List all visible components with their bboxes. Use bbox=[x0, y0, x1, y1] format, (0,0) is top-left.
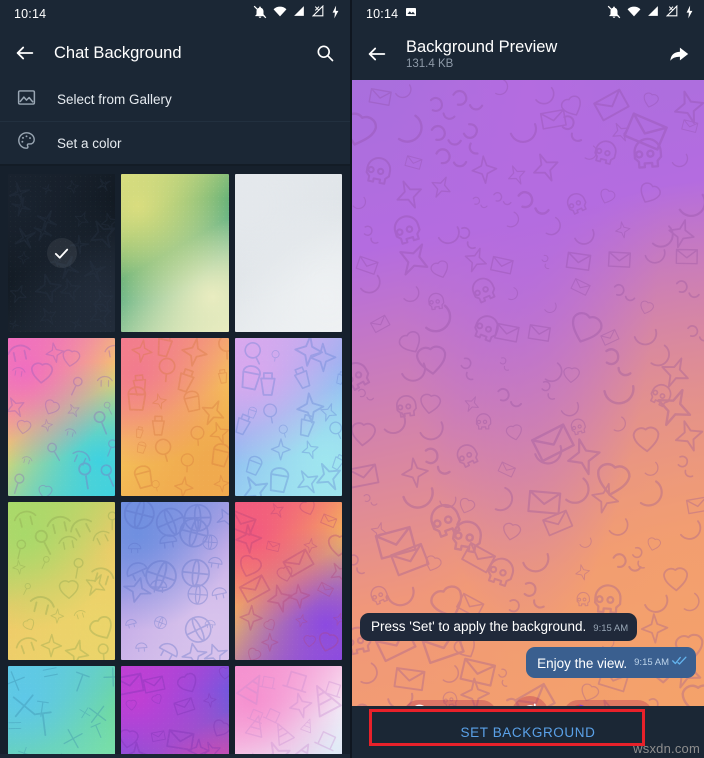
mute-icon bbox=[253, 5, 267, 24]
search-icon[interactable] bbox=[312, 40, 338, 66]
wallpaper-tile[interactable] bbox=[8, 502, 116, 660]
preview-title: Background Preview bbox=[406, 38, 558, 57]
wallpaper-tile[interactable] bbox=[8, 666, 116, 754]
wallpaper-tile[interactable] bbox=[8, 338, 116, 496]
tile-noise-overlay bbox=[8, 338, 116, 496]
wallpaper-tile[interactable] bbox=[121, 666, 229, 754]
tile-noise-overlay bbox=[121, 174, 229, 332]
read-double-check-icon bbox=[672, 653, 687, 671]
tile-noise-overlay bbox=[234, 666, 342, 754]
charging-bolt-icon bbox=[331, 5, 340, 24]
tile-noise-overlay bbox=[8, 666, 116, 754]
tile-noise-overlay bbox=[234, 338, 342, 496]
background-preview-screen: 10:14 Background Preview 131.4 KB Press … bbox=[352, 0, 704, 758]
option-select-from-gallery[interactable]: Select from Gallery bbox=[0, 78, 350, 121]
message-timestamp: 9:15 AM bbox=[634, 656, 669, 668]
wallpaper-grid bbox=[8, 174, 342, 754]
status-clock: 10:14 bbox=[14, 7, 47, 21]
status-bar-left: 10:14 bbox=[0, 0, 350, 28]
wallpaper-tile[interactable] bbox=[234, 666, 342, 754]
watermark: wsxdn.com bbox=[633, 741, 700, 756]
message-timestamp: 9:15 AM bbox=[593, 623, 629, 634]
wallpaper-tile[interactable] bbox=[234, 338, 342, 496]
option-label: Set a color bbox=[57, 135, 122, 151]
app-bar-titles-left: Chat Background bbox=[54, 44, 296, 63]
app-bar-left: Chat Background bbox=[0, 28, 350, 78]
status-bar-right: 10:14 bbox=[352, 0, 704, 28]
signal-icon bbox=[647, 5, 660, 23]
message-text: Enjoy the view. bbox=[537, 655, 628, 671]
status-icons bbox=[253, 4, 340, 24]
wallpaper-preview[interactable]: Press 'Set' to apply the background. 9:15… bbox=[352, 80, 704, 758]
chat-bubble-row: Press 'Set' to apply the background. 9:15… bbox=[360, 612, 696, 641]
tile-noise-overlay bbox=[234, 502, 342, 660]
selected-check-icon bbox=[46, 238, 77, 268]
status-left: 10:14 bbox=[366, 5, 417, 23]
incoming-message-bubble[interactable]: Press 'Set' to apply the background. 9:15… bbox=[360, 612, 638, 641]
palette-icon bbox=[16, 130, 37, 156]
tile-noise-overlay bbox=[234, 174, 342, 332]
tile-noise-overlay bbox=[121, 502, 229, 660]
option-set-a-color[interactable]: Set a color bbox=[0, 121, 350, 164]
signal-icon bbox=[293, 5, 306, 23]
image-notification-icon bbox=[405, 5, 417, 23]
message-text: Press 'Set' to apply the background. bbox=[371, 618, 587, 634]
wifi-icon bbox=[273, 5, 287, 24]
mute-icon bbox=[607, 5, 621, 24]
file-size-label: 131.4 KB bbox=[406, 57, 454, 70]
share-icon[interactable] bbox=[666, 41, 692, 67]
set-background-button-label: SET BACKGROUND bbox=[460, 724, 596, 740]
back-arrow-icon[interactable] bbox=[364, 41, 390, 67]
wallpaper-tile[interactable] bbox=[121, 502, 229, 660]
signal-no-sim-icon bbox=[665, 4, 679, 23]
status-left: 10:14 bbox=[14, 7, 46, 21]
signal-no-sim-icon bbox=[311, 4, 325, 23]
charging-bolt-icon bbox=[685, 5, 694, 24]
wallpaper-tile[interactable] bbox=[121, 338, 229, 496]
message-meta: 9:15 AM bbox=[634, 653, 687, 672]
tile-noise-overlay bbox=[121, 666, 229, 754]
image-icon bbox=[16, 87, 37, 113]
tile-noise-overlay bbox=[121, 338, 229, 496]
chat-background-screen: 10:14 Chat Background Select from Galler… bbox=[0, 0, 352, 758]
wallpaper-tile[interactable] bbox=[8, 174, 116, 332]
back-arrow-icon[interactable] bbox=[12, 40, 38, 66]
status-icons bbox=[607, 4, 694, 24]
app-bar-right: Background Preview 131.4 KB bbox=[352, 28, 704, 80]
wallpaper-grid-container bbox=[0, 166, 350, 754]
outgoing-message-bubble[interactable]: Enjoy the view. 9:15 AM bbox=[526, 647, 696, 678]
wallpaper-tile[interactable] bbox=[121, 174, 229, 332]
tile-noise-overlay bbox=[8, 502, 116, 660]
wallpaper-tile[interactable] bbox=[234, 502, 342, 660]
options-list: Select from Gallery Set a color bbox=[0, 78, 350, 164]
app-bar-titles-right: Background Preview 131.4 KB bbox=[406, 38, 650, 70]
wifi-icon bbox=[627, 5, 641, 24]
message-meta: 9:15 AM bbox=[593, 623, 628, 635]
wallpaper-tile[interactable] bbox=[234, 174, 342, 332]
dual-screenshot: 10:14 Chat Background Select from Galler… bbox=[0, 0, 704, 758]
chat-bubble-row: Enjoy the view. 9:15 AM bbox=[360, 647, 696, 678]
option-label: Select from Gallery bbox=[57, 92, 172, 107]
page-title: Chat Background bbox=[54, 43, 182, 62]
sample-chat-bubbles: Press 'Set' to apply the background. 9:15… bbox=[352, 612, 704, 684]
status-clock: 10:14 bbox=[366, 7, 399, 21]
